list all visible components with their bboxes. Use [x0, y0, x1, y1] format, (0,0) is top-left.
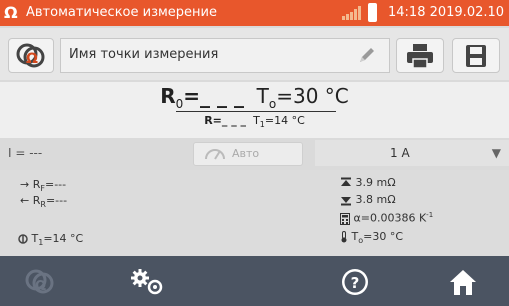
signal-icon	[342, 6, 362, 24]
secondary-result: R=_ _ _ T1=14 °C	[0, 114, 509, 129]
arrow-left-icon: ←	[20, 194, 30, 207]
battery-icon	[368, 3, 377, 22]
alpha-coefficient: α=0.00386 K-1	[340, 211, 433, 225]
arrow-right-icon: →	[20, 178, 30, 191]
calculator-icon	[340, 212, 350, 225]
measurement-mode-button[interactable]: Ω	[20, 264, 60, 300]
auto-button[interactable]: Авто	[193, 142, 303, 166]
pencil-icon[interactable]	[357, 45, 377, 69]
settings-button[interactable]	[128, 264, 168, 300]
printer-icon	[407, 43, 433, 69]
auto-label: Авто	[232, 147, 260, 160]
upper-limit: 3.9 mΩ	[340, 176, 396, 189]
app-logo-icon: Ω	[4, 3, 18, 22]
reverse-resistance: ← RR=---	[20, 194, 68, 210]
current-readout: I = ---	[8, 146, 43, 160]
t1-value: =14 °C	[264, 114, 305, 127]
thermometer-icon	[18, 234, 28, 244]
controls-row: I = --- Авто 1 A ▼	[0, 138, 509, 168]
r-label: R	[204, 114, 213, 127]
r0-label: R	[160, 84, 176, 108]
toolbar: Ω Имя точки измерения	[0, 28, 509, 80]
measurement-point-label: Имя точки измерения	[69, 47, 219, 62]
temperature-t1: T1=14 °C	[18, 232, 83, 247]
r0-value: =_ _ _	[183, 84, 244, 108]
main-result: R0=_ _ _ To=30 °C	[0, 84, 509, 111]
svg-text:Ω: Ω	[26, 51, 38, 67]
title-bar: Ω Автоматическое измерение 14:18 2019.02…	[0, 0, 509, 26]
measurement-type-icon: Ω	[16, 43, 45, 67]
t1-label: T	[253, 114, 260, 127]
t0-value: =30 °C	[276, 84, 349, 108]
print-button[interactable]	[396, 38, 444, 73]
measurement-mode-icon: Ω	[25, 269, 54, 294]
t0-label: T	[256, 84, 269, 108]
date-time: 14:18 2019.02.10	[388, 5, 505, 20]
question-icon: ?	[342, 269, 368, 295]
r-value: =_ _ _	[212, 114, 247, 127]
chevron-down-icon: ▼	[491, 146, 501, 160]
upper-limit-icon	[341, 177, 351, 186]
current-range-value: 1 A	[390, 146, 410, 160]
lower-limit: 3.8 mΩ	[340, 193, 396, 206]
bottom-bar: Ω ?	[0, 256, 509, 306]
auto-range-icon	[205, 149, 225, 160]
forward-resistance: → RF=---	[20, 178, 67, 194]
measurement-type-button[interactable]: Ω	[8, 38, 54, 73]
save-icon	[466, 44, 486, 67]
current-range-select[interactable]: 1 A ▼	[315, 140, 509, 166]
home-button[interactable]	[443, 264, 483, 300]
gear-icon	[131, 269, 163, 295]
svg-text:?: ?	[351, 274, 360, 292]
save-button[interactable]	[452, 38, 500, 73]
home-icon	[450, 270, 476, 295]
svg-text:Ω: Ω	[35, 279, 46, 294]
result-divider	[176, 111, 336, 112]
help-button[interactable]: ?	[335, 264, 375, 300]
measurement-display: R0=_ _ _ To=30 °C R=_ _ _ T1=14 °C	[0, 82, 509, 138]
thermometer-icon	[341, 231, 347, 243]
lower-limit-icon	[341, 197, 351, 206]
screen-title: Автоматическое измерение	[26, 5, 218, 20]
info-panel: → RF=--- ← RR=--- T1=14 °C 3.9 mΩ 3.8 mΩ	[0, 170, 509, 256]
measurement-point-name-field[interactable]: Имя точки измерения	[60, 38, 390, 73]
temperature-t0: To=30 °C	[340, 230, 403, 245]
